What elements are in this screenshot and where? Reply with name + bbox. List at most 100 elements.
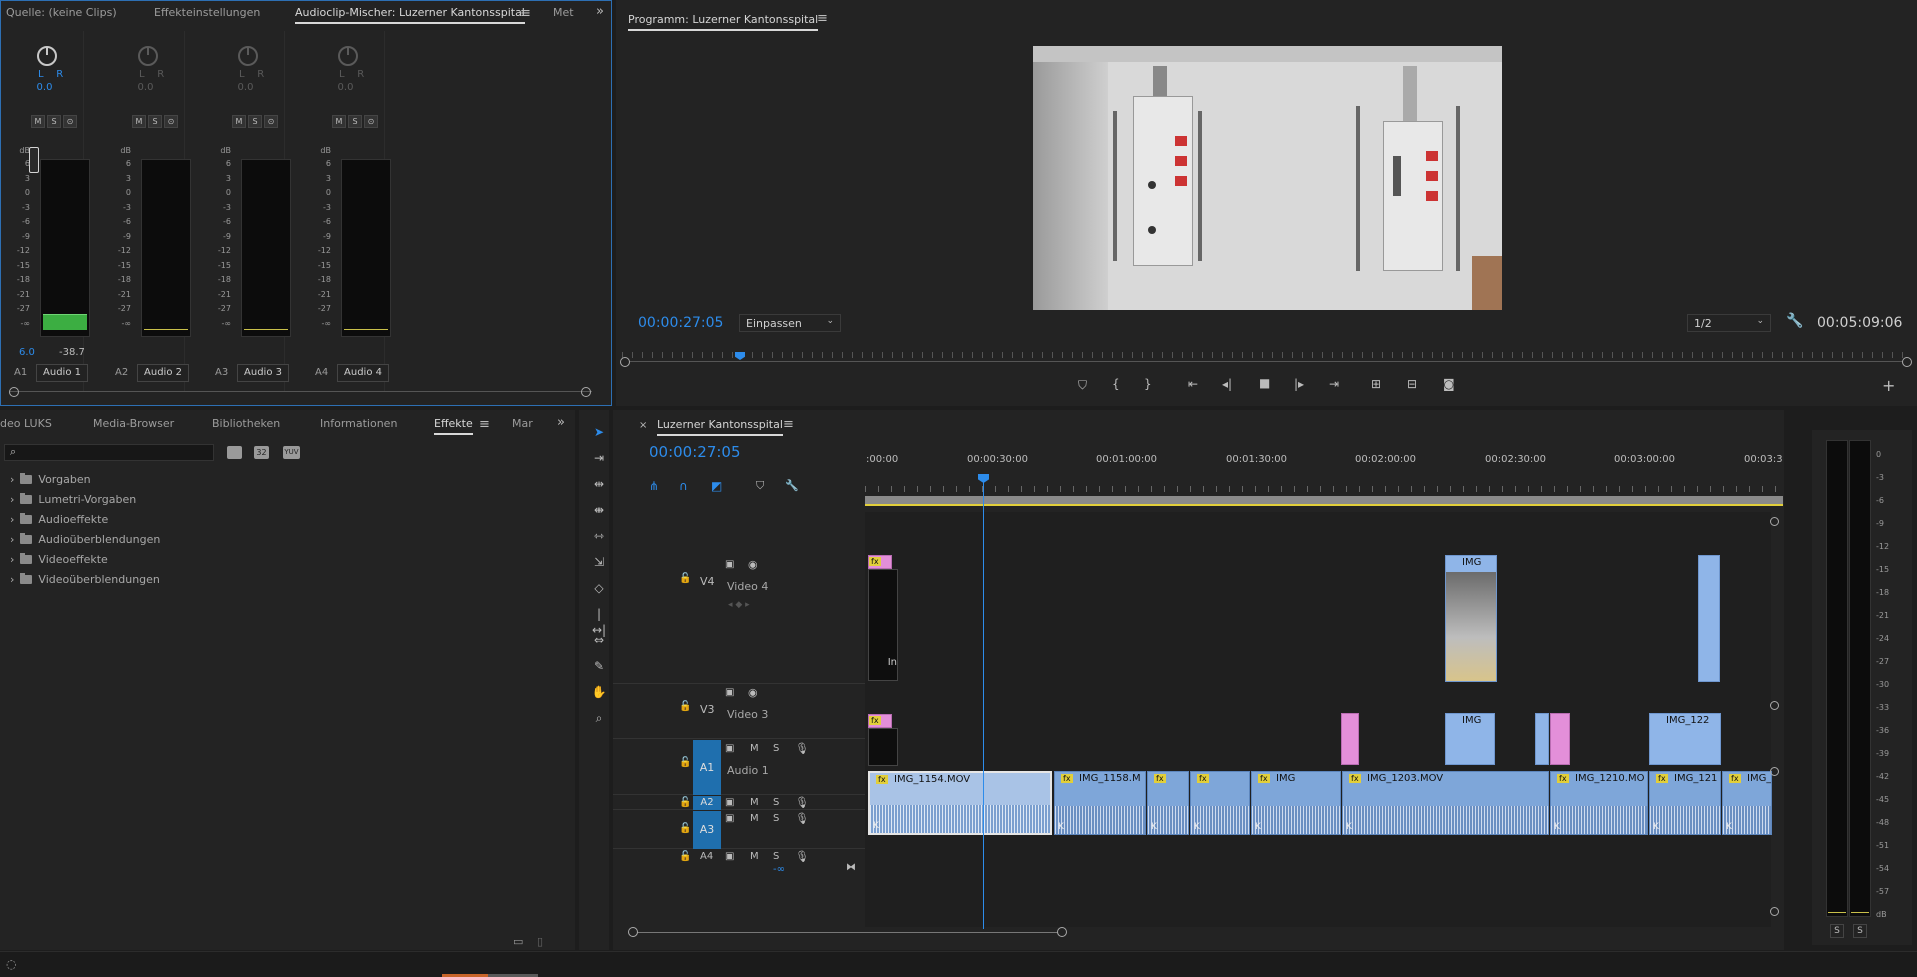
slip-tool-icon[interactable]: |↔| [591,606,607,637]
eye-icon[interactable]: ◉ [748,686,758,699]
tree-item-video-transitions[interactable]: › Videoüberblendungen [10,571,160,587]
audio-clip-b[interactable]: Kfx [1147,771,1189,835]
add-marker-icon[interactable]: ⛉ [1078,378,1087,393]
go-to-out-icon[interactable]: ⇥ [1329,377,1339,391]
export-frame-icon[interactable]: ◙ [1443,377,1455,391]
fit-dropdown[interactable]: Einpassen ⌄ [739,314,841,332]
solo-left-button[interactable]: S [1830,924,1844,938]
playhead-marker[interactable] [735,352,745,360]
add-button-icon[interactable]: + [1882,376,1895,395]
magnet-icon[interactable]: ∩ [679,479,688,493]
mark-in-icon[interactable]: { [1112,377,1120,391]
clip-v4-fx[interactable]: fx [868,555,892,569]
tree-item-vorgaben[interactable]: › Vorgaben [10,471,91,487]
solo-right-button[interactable]: S [1853,924,1867,938]
rolling-edit-tool-icon[interactable]: ⇼ [591,502,607,518]
solo-button[interactable]: S [773,813,779,824]
step-forward-icon[interactable]: |▸ [1294,377,1304,391]
solo-button[interactable]: S [248,115,262,128]
clip-v3-pink-1[interactable] [1341,713,1359,765]
microphone-icon[interactable]: 🎙 [795,742,809,755]
timeline-end-icon[interactable]: ⧓ [846,862,856,873]
microphone-icon[interactable]: 🎙 [795,796,809,809]
tab-metadata[interactable]: Met [553,6,574,19]
clip-v4-blue[interactable] [1698,555,1720,682]
lock-icon[interactable]: 🔓 [679,823,691,834]
h-scroll-handle-left[interactable] [628,927,638,937]
mute-button[interactable]: M [232,115,246,128]
clip-v3-pink-2[interactable] [1550,713,1570,765]
keyframe-nav-icon[interactable]: ◂ ◆ ▸ [728,600,750,610]
snap-nest-icon[interactable]: ⋔ [649,479,659,493]
timeline-h-scrollbar[interactable] [633,932,1063,933]
channel-name[interactable]: Audio 3 [237,364,289,382]
record-button[interactable]: ⊙ [364,115,378,128]
v-scroll-handle[interactable] [1770,517,1779,526]
clip-v4-img[interactable]: IMG [1445,555,1497,682]
audio-clip-121[interactable]: IMG_121 Kfx [1649,771,1721,835]
wrench-icon[interactable]: 🔧 [785,479,799,492]
toggle-sync-icon[interactable]: ▣ [725,851,734,862]
track-select-tool-icon[interactable]: ⇥ [591,450,607,466]
pan-value[interactable]: 0.0 [107,82,184,93]
tree-item-video-effects[interactable]: › Videoeffekte [10,551,108,567]
track-id[interactable]: A3 [693,811,721,849]
scroll-handle-left[interactable] [9,387,19,397]
channel-name[interactable]: Audio 1 [36,364,88,382]
record-button[interactable]: ⊙ [63,115,77,128]
solo-button[interactable]: S [773,851,779,862]
pan-knob-icon[interactable] [238,46,258,66]
step-back-icon[interactable]: ◂| [1222,377,1232,391]
toggle-sync-icon[interactable]: ▣ [725,559,734,570]
timeline-title[interactable]: Luzerner Kantonsspital [657,418,783,436]
toggle-sync-icon[interactable]: ▣ [725,687,734,698]
zoom-tool-icon[interactable]: ⌕ [591,710,607,726]
razor-tool-icon[interactable]: ◇ [591,580,607,596]
scroll-handle-right[interactable] [581,387,591,397]
tree-item-audio-transitions[interactable]: › Audioüberblendungen [10,531,160,547]
close-icon[interactable]: × [639,420,647,431]
time-ruler[interactable] [865,460,1783,510]
razor-select-tool-icon[interactable]: ⇲ [591,554,607,570]
work-area-bar[interactable] [865,496,1783,506]
solo-button[interactable]: S [47,115,61,128]
pan-knob-icon[interactable] [138,46,158,66]
mute-button[interactable]: M [332,115,346,128]
tab-audio-clip-mixer[interactable]: Audioclip-Mischer: Luzerner Kantonsspita… [295,6,525,24]
track-id[interactable]: V4 [700,575,715,588]
channel-name[interactable]: Audio 4 [337,364,389,382]
panel-menu-icon[interactable]: ≡ [520,7,531,20]
lock-icon[interactable]: 🔓 [679,573,691,584]
scrub-end-handle[interactable] [1902,357,1912,367]
mute-button[interactable]: M [750,743,759,754]
record-button[interactable]: ⊙ [164,115,178,128]
stop-icon[interactable]: ■ [1259,376,1270,390]
tab-info[interactable]: Informationen [320,417,397,430]
lock-icon[interactable]: 🔓 [679,757,691,768]
panel-menu-icon[interactable]: ≡ [783,418,794,431]
yuv-icon[interactable]: YUV [283,446,300,459]
pan-knob-icon[interactable] [338,46,358,66]
32-bit-icon[interactable]: 32 [254,446,269,459]
extract-icon[interactable]: ⊟ [1407,377,1417,391]
tab-effect-controls[interactable]: Effekteinstellungen [154,6,260,19]
lock-icon[interactable]: 🔓 [679,851,691,862]
tab-libraries[interactable]: Bibliotheken [212,417,280,430]
v-scroll-handle[interactable] [1770,907,1779,916]
pan-value[interactable]: 0.0 [307,82,384,93]
channel-name[interactable]: Audio 2 [137,364,189,382]
clip-v3-fx[interactable]: fx [868,714,892,728]
pan-value[interactable]: 0.0 [207,82,284,93]
microphone-icon[interactable]: 🎙 [795,850,809,863]
new-bin-icon[interactable]: ▭ [513,935,523,948]
add-marker-icon[interactable]: ⛉ [756,479,764,493]
panel-menu-icon[interactable]: ≡ [817,12,828,25]
tree-item-lumetri[interactable]: › Lumetri-Vorgaben [10,491,136,507]
program-title[interactable]: Programm: Luzerner Kantonsspital [628,13,819,31]
record-button[interactable]: ⊙ [264,115,278,128]
solo-button[interactable]: S [773,797,779,808]
clip-v3-img[interactable]: IMG [1445,713,1495,765]
track-id[interactable]: A2 [693,796,721,810]
mute-button[interactable]: M [132,115,146,128]
track-id[interactable]: A1 [693,740,721,795]
